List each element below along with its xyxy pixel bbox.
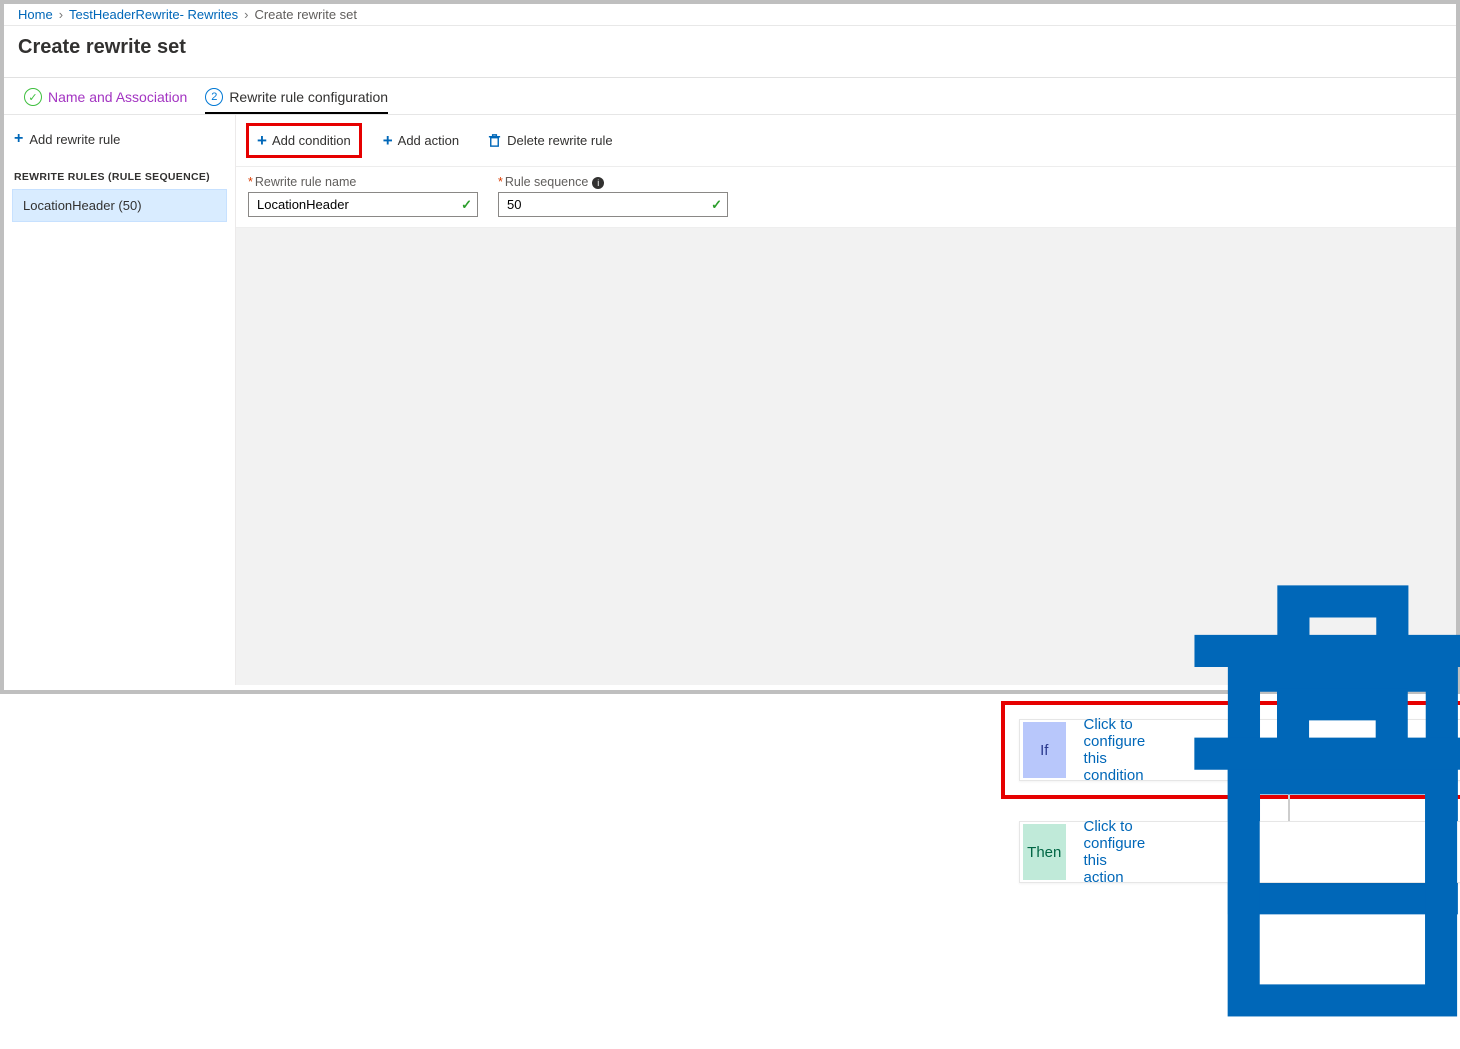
button-label: Add condition bbox=[272, 133, 351, 148]
step-label: Name and Association bbox=[48, 89, 187, 105]
action-card[interactable]: Then Click to configure this action bbox=[1019, 821, 1460, 883]
wizard-steps: ✓ Name and Association 2 Rewrite rule co… bbox=[4, 78, 1456, 115]
breadcrumb-mid[interactable]: TestHeaderRewrite- Rewrites bbox=[69, 7, 238, 22]
rules-list-header: REWRITE RULES (RULE SEQUENCE) bbox=[14, 171, 227, 183]
add-action-button[interactable]: + Add action bbox=[376, 128, 466, 153]
configure-action-link[interactable]: Click to configure this action bbox=[1084, 818, 1146, 886]
rule-canvas: If Click to configure this condition The… bbox=[236, 228, 1456, 685]
check-icon: ✓ bbox=[24, 88, 42, 106]
button-label: Add rewrite rule bbox=[29, 132, 120, 147]
breadcrumb: Home › TestHeaderRewrite- Rewrites › Cre… bbox=[4, 4, 1456, 26]
breadcrumb-sep: › bbox=[244, 7, 248, 22]
valid-check-icon: ✓ bbox=[711, 197, 722, 213]
action-card-wrap: Then Click to configure this action bbox=[1019, 821, 1460, 883]
rule-name-label: *Rewrite rule name bbox=[248, 175, 478, 189]
step-label: Rewrite rule configuration bbox=[229, 89, 388, 105]
sidebar: + Add rewrite rule REWRITE RULES (RULE S… bbox=[4, 115, 236, 685]
step-name-association[interactable]: ✓ Name and Association bbox=[24, 88, 187, 114]
rule-item-locationheader[interactable]: LocationHeader (50) bbox=[12, 189, 227, 222]
trash-icon[interactable] bbox=[1145, 655, 1460, 1049]
page-title: Create rewrite set bbox=[4, 26, 1456, 78]
step-rewrite-config[interactable]: 2 Rewrite rule configuration bbox=[205, 88, 388, 114]
plus-icon: + bbox=[257, 132, 267, 149]
configure-condition-link[interactable]: Click to configure this condition bbox=[1084, 716, 1146, 784]
delete-rewrite-rule-button[interactable]: Delete rewrite rule bbox=[480, 129, 620, 152]
toolbar: + Add condition + Add action Delete rewr… bbox=[236, 115, 1456, 167]
step-number-icon: 2 bbox=[205, 88, 223, 106]
valid-check-icon: ✓ bbox=[461, 197, 472, 213]
breadcrumb-current: Create rewrite set bbox=[254, 7, 357, 22]
rule-sequence-label: *Rule sequencei bbox=[498, 175, 728, 189]
rule-sequence-input[interactable] bbox=[498, 192, 728, 217]
breadcrumb-sep: › bbox=[59, 7, 63, 22]
plus-icon: + bbox=[14, 131, 23, 147]
rewrite-rule-name-input[interactable] bbox=[248, 192, 478, 217]
add-rewrite-rule-button[interactable]: + Add rewrite rule bbox=[12, 125, 227, 153]
add-condition-button[interactable]: + Add condition bbox=[246, 123, 362, 158]
if-chip: If bbox=[1023, 722, 1066, 778]
rule-form: *Rewrite rule name ✓ *Rule sequencei ✓ bbox=[236, 167, 1456, 228]
breadcrumb-home[interactable]: Home bbox=[18, 7, 53, 22]
then-chip: Then bbox=[1023, 824, 1066, 880]
trash-icon bbox=[487, 133, 502, 148]
button-label: Delete rewrite rule bbox=[507, 133, 613, 148]
button-label: Add action bbox=[398, 133, 459, 148]
plus-icon: + bbox=[383, 132, 393, 149]
info-icon[interactable]: i bbox=[592, 177, 604, 189]
